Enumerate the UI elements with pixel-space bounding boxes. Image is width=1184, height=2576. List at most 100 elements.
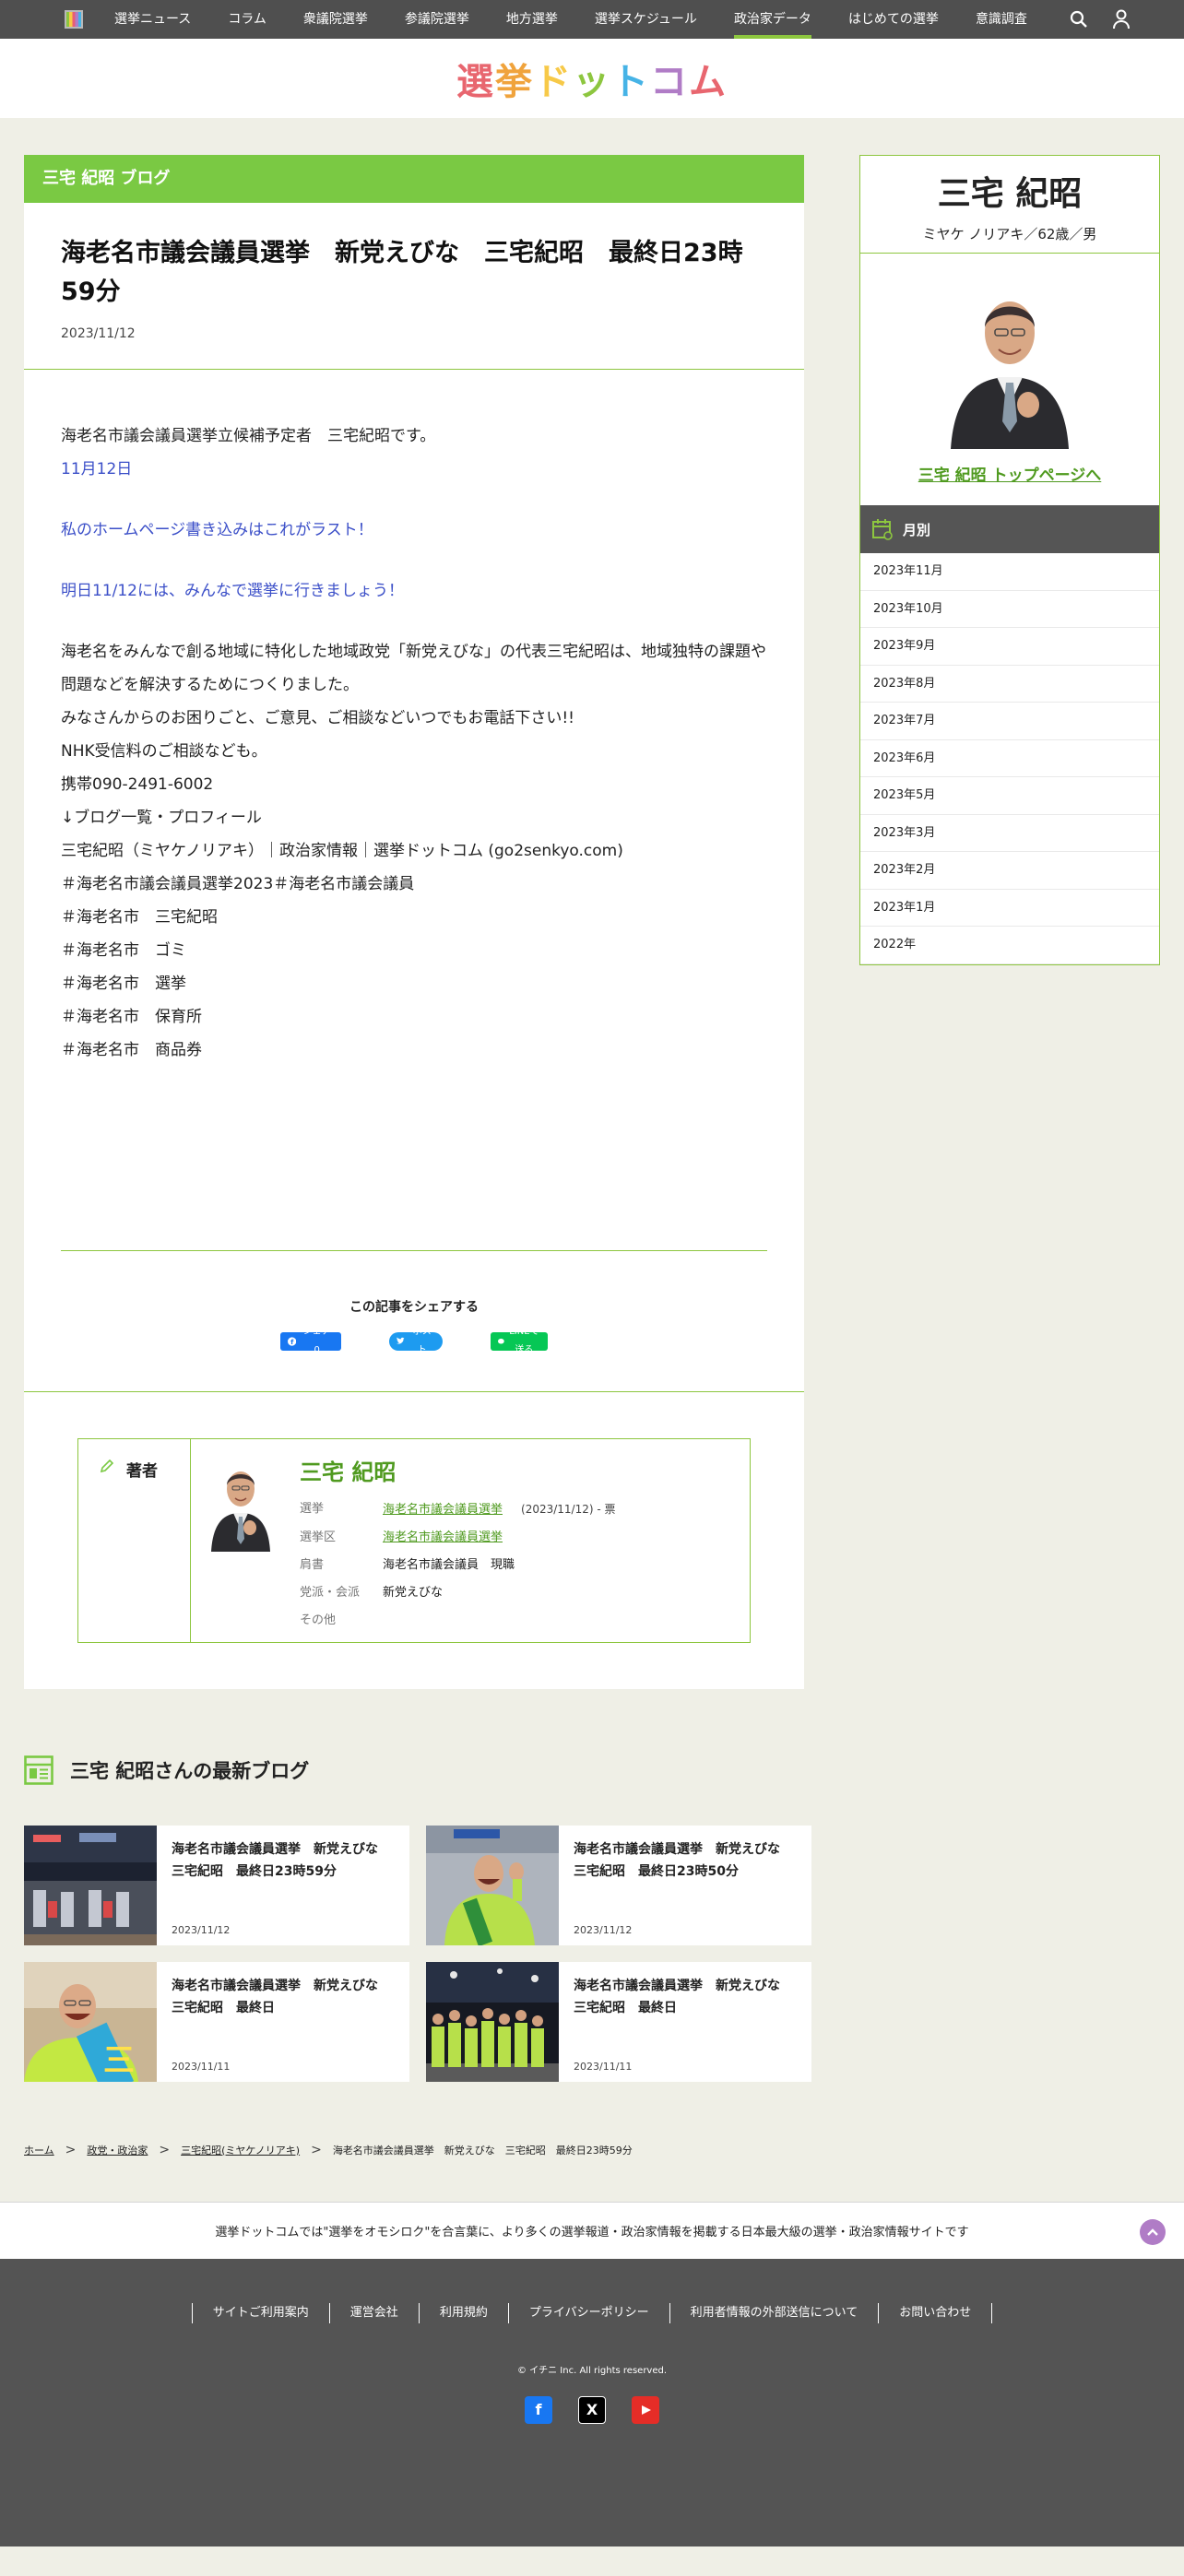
facebook-icon[interactable]: f xyxy=(525,2395,552,2424)
author-election-key: 選挙 xyxy=(300,1501,325,1516)
month-link[interactable]: 2023年5月 xyxy=(860,777,1159,815)
nav-item-schedule[interactable]: 選挙スケジュール xyxy=(595,0,697,39)
facebook-icon: f xyxy=(288,1337,297,1346)
nav-item-column[interactable]: コラム xyxy=(228,0,266,39)
blog-card-title[interactable]: 海老名市議会議員選挙 新党えびな 三宅紀昭 最終日 xyxy=(574,1975,799,2019)
nav-item-local-election[interactable]: 地方選挙 xyxy=(506,0,558,39)
footer-link-company[interactable]: 運営会社 xyxy=(328,2302,419,2323)
site-tagline: 選挙ドットコムでは"選挙をオモシロク"を合言葉に、より多くの選挙報道・政治家情報… xyxy=(0,2201,1184,2259)
blog-card-title[interactable]: 海老名市議会議員選挙 新党えびな 三宅紀昭 最終日23時50分 xyxy=(574,1838,799,1883)
author-name[interactable]: 三宅 紀昭 xyxy=(300,1454,616,1486)
author-photo[interactable] xyxy=(206,1455,276,1552)
nav-item-news[interactable]: 選挙ニュース xyxy=(114,0,191,39)
breadcrumb-parties[interactable]: 政党・政治家 xyxy=(87,2143,148,2157)
month-link[interactable]: 2022年 xyxy=(860,927,1159,964)
blog-card-thumbnail[interactable] xyxy=(24,1825,157,1945)
footer-link-terms[interactable]: 利用規約 xyxy=(418,2302,508,2323)
blog-section-band: 三宅 紀昭 ブログ xyxy=(24,155,804,203)
month-link[interactable]: 2023年7月 xyxy=(860,703,1159,740)
author-label: 著者 xyxy=(126,1461,158,1481)
body-line: 携帯090-2491-6002 xyxy=(61,774,214,794)
chevron-right-icon: > xyxy=(159,2142,171,2157)
author-other-key: その他 xyxy=(300,1613,337,1627)
footer-links: サイトご利用案内 運営会社 利用規約 プライバシーポリシー 利用者情報の外部送信… xyxy=(0,2302,1184,2323)
blog-card[interactable]: 海老名市議会議員選挙 新党えびな 三宅紀昭 最終日23時59分 2023/11/… xyxy=(24,1825,409,1945)
chevron-right-icon: > xyxy=(311,2142,322,2157)
author-party-key: 党派・会派 xyxy=(300,1585,361,1600)
blog-card-date: 2023/11/12 xyxy=(172,1923,231,1936)
blog-card[interactable]: 海老名市議会議員選挙 新党えびな 三宅紀昭 最終日23時50分 2023/11/… xyxy=(426,1825,811,1945)
site-logo[interactable]: 選挙ドットコム xyxy=(456,52,728,105)
body-line: 私のホームページ書き込みはこれがラスト！ xyxy=(61,520,373,539)
blog-card-date: 2023/11/12 xyxy=(574,1923,633,1936)
author-party-value: 新党えびな xyxy=(383,1585,444,1600)
facebook-share-label: シェア 0 xyxy=(302,1326,331,1355)
month-link[interactable]: 2023年3月 xyxy=(860,815,1159,852)
footer-link-privacy[interactable]: プライバシーポリシー xyxy=(507,2302,669,2323)
blog-card-thumbnail[interactable] xyxy=(426,1961,559,2082)
profile-top-page-link[interactable]: 三宅 紀昭 トップページへ xyxy=(918,467,1102,485)
month-link[interactable]: 2023年6月 xyxy=(860,740,1159,777)
share-title: この記事をシェアする xyxy=(349,1299,479,1315)
facebook-share-button[interactable]: f シェア 0 xyxy=(280,1327,341,1355)
nav-item-house-of-councillors[interactable]: 参議院選挙 xyxy=(405,0,469,39)
blog-card-date: 2023/11/11 xyxy=(574,2060,633,2073)
body-line: ＃海老名市 商品券 xyxy=(61,1040,202,1059)
nav-item-survey[interactable]: 意識調査 xyxy=(976,0,1027,39)
blog-card-title[interactable]: 海老名市議会議員選挙 新党えびな 三宅紀昭 最終日 xyxy=(172,1975,397,2019)
logo-band: 選挙ドットコム xyxy=(0,39,1184,118)
user-icon[interactable] xyxy=(1112,9,1131,30)
nav-item-first-election[interactable]: はじめての選挙 xyxy=(848,0,939,39)
blog-card[interactable]: 三 海老名市議会議員選挙 新党えびな 三宅紀昭 最終日 2023/11/11 xyxy=(24,1961,409,2082)
twitter-share-button[interactable]: ポスト xyxy=(389,1327,443,1355)
blog-card-thumbnail[interactable]: 三 xyxy=(24,1961,157,2082)
footer-link-contact[interactable]: お問い合わせ xyxy=(878,2302,993,2323)
latest-blogs-title: 三宅 紀昭さんの最新ブログ xyxy=(70,1759,310,1782)
author-district-link[interactable]: 海老名市議会議員選挙 xyxy=(383,1530,503,1544)
monthly-archive-title: 月別 xyxy=(903,521,931,538)
month-link[interactable]: 2023年9月 xyxy=(860,628,1159,666)
profile-name: 三宅 紀昭 xyxy=(937,175,1083,213)
month-link[interactable]: 2023年8月 xyxy=(860,666,1159,703)
blog-card[interactable]: 海老名市議会議員選挙 新党えびな 三宅紀昭 最終日 2023/11/11 xyxy=(426,1961,811,2082)
sidebar: 三宅 紀昭 ミヤケ ノリアキ／62歳／男 三宅 紀昭 トップページへ 月別 20… xyxy=(859,155,1160,965)
pencil-icon xyxy=(100,1459,114,1472)
search-icon[interactable] xyxy=(1070,10,1088,29)
body-line: ＃海老名市 選挙 xyxy=(61,974,186,993)
author-election-link[interactable]: 海老名市議会議員選挙 xyxy=(383,1503,503,1517)
chevron-up-icon xyxy=(1147,2227,1158,2236)
footer: サイトご利用案内 運営会社 利用規約 プライバシーポリシー 利用者情報の外部送信… xyxy=(0,2258,1184,2546)
month-link[interactable]: 2023年2月 xyxy=(860,852,1159,890)
main-column: 三宅 紀昭 ブログ 海老名市議会議員選挙 新党えびな 三宅紀昭 最終日23時59… xyxy=(24,155,811,2202)
site-mini-logo-icon[interactable] xyxy=(65,10,83,29)
profile-photo[interactable] xyxy=(947,276,1072,449)
body-line: 11月12日 xyxy=(61,459,133,479)
profile-subtitle: ミヤケ ノリアキ／62歳／男 xyxy=(860,215,1159,254)
monthly-archive-heading: 月別 xyxy=(860,505,1159,553)
body-line: 海老名をみんなで創る地域に特化した地域政党「新党えびな」の代表三宅紀昭は、地域独… xyxy=(61,642,766,694)
month-link[interactable]: 2023年11月 xyxy=(860,553,1159,591)
blog-card-date: 2023/11/11 xyxy=(172,2060,231,2073)
nav-item-house-of-representatives[interactable]: 衆議院選挙 xyxy=(303,0,368,39)
month-link[interactable]: 2023年1月 xyxy=(860,890,1159,927)
nav-item-politician-data[interactable]: 政治家データ xyxy=(733,0,811,39)
twitter-bird-icon xyxy=(397,1337,405,1344)
back-to-top-button[interactable] xyxy=(1140,2218,1166,2245)
twitter-share-label: ポスト xyxy=(412,1326,432,1355)
month-link[interactable]: 2023年10月 xyxy=(860,591,1159,628)
chevron-right-icon: > xyxy=(65,2142,77,2157)
breadcrumb-home[interactable]: ホーム xyxy=(24,2143,54,2157)
breadcrumb-person[interactable]: 三宅紀昭(ミヤケノリアキ) xyxy=(181,2143,300,2157)
line-icon xyxy=(498,1338,504,1344)
footer-link-guide[interactable]: サイトご利用案内 xyxy=(191,2302,329,2323)
body-line: ＃海老名市 ゴミ xyxy=(61,940,186,960)
breadcrumb-current: 海老名市議会議員選挙 新党えびな 三宅紀昭 最終日23時59分 xyxy=(332,2144,633,2157)
x-icon[interactable]: X xyxy=(578,2395,606,2424)
line-share-button[interactable]: LINEで送る xyxy=(491,1327,548,1355)
youtube-icon[interactable] xyxy=(632,2395,659,2424)
blog-card-title[interactable]: 海老名市議会議員選挙 新党えびな 三宅紀昭 最終日23時59分 xyxy=(172,1838,397,1883)
monthly-archive-list: 2023年11月 2023年10月 2023年9月 2023年8月 2023年7… xyxy=(860,553,1159,964)
body-line[interactable]: 三宅紀昭（ミヤケノリアキ）｜政治家情報｜選挙ドットコム (go2senkyo.c… xyxy=(61,834,767,868)
footer-link-external-transmission[interactable]: 利用者情報の外部送信について xyxy=(669,2302,879,2323)
blog-card-thumbnail[interactable] xyxy=(426,1825,559,1945)
